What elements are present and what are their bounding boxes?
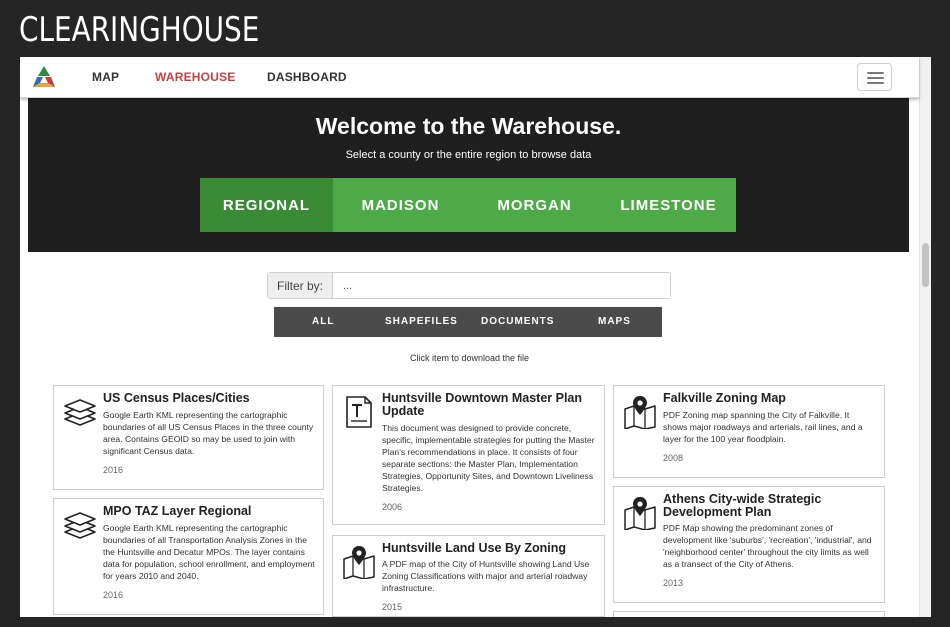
nav-warehouse[interactable]: WAREHOUSE	[155, 70, 235, 84]
hero-subtitle: Select a county or the entire region to …	[345, 149, 592, 161]
card-title: Huntsville Land Use By Zoning	[382, 541, 567, 555]
card-mpo-taz-layer[interactable]: MPO TAZ Layer Regional Google Earth KML …	[53, 498, 324, 615]
card-title: Falkville Zoning Map	[663, 391, 786, 405]
hero-banner: Welcome to the Warehouse. Select a count…	[28, 98, 909, 252]
card-huntsville-downtown-master-plan[interactable]: Huntsville Downtown Master Plan Update T…	[332, 385, 605, 525]
filter-label: Filter by:	[268, 273, 333, 298]
card-year: 2006	[382, 502, 403, 512]
card-huntsville-land-use[interactable]: Huntsville Land Use By Zoning A PDF map …	[332, 535, 605, 617]
layers-icon	[64, 512, 96, 539]
filter-group: Filter by:	[267, 272, 671, 299]
type-filter-bar: ALL SHAPEFILES DOCUMENTS MAPS	[274, 307, 662, 337]
navbar: MAP WAREHOUSE DASHBOARD	[20, 57, 919, 98]
nav-dashboard[interactable]: DASHBOARD	[267, 70, 347, 84]
card-description: Google Earth KML representing the cartog…	[103, 523, 315, 581]
region-tab-regional[interactable]: REGIONAL	[200, 178, 333, 232]
page-scrollbar[interactable]	[919, 57, 931, 617]
type-shapefiles-button[interactable]: SHAPEFILES	[385, 307, 458, 337]
map-icon	[343, 546, 375, 579]
menu-toggle-button[interactable]	[857, 63, 892, 91]
layers-icon	[64, 399, 96, 426]
hamburger-icon	[867, 72, 884, 74]
region-tab-limestone[interactable]: LIMESTONE	[601, 178, 736, 232]
site-title: CLEARINGHOUSE	[19, 10, 260, 50]
type-documents-button[interactable]: DOCUMENTS	[481, 307, 554, 337]
map-icon	[624, 396, 656, 429]
region-tab-madison[interactable]: MADISON	[333, 178, 468, 232]
type-maps-button[interactable]: MAPS	[598, 307, 631, 337]
card-description: PDF Zoning map spanning the City of Falk…	[663, 410, 863, 444]
card-us-census-places[interactable]: US Census Places/Cities Google Earth KML…	[53, 385, 324, 490]
card-falkville-zoning-map[interactable]: Falkville Zoning Map PDF Zoning map span…	[613, 385, 885, 478]
browser-frame: MAP WAREHOUSE DASHBOARD Welcome to the W…	[20, 57, 931, 617]
card-year: 2013	[663, 578, 684, 588]
card-description: PDF Map showing the predominant zones of…	[663, 523, 872, 569]
card-athens-strategic-plan[interactable]: Athens City-wide Strategic Development P…	[613, 486, 885, 603]
region-selector: REGIONAL MADISON MORGAN LIMESTONE	[200, 178, 736, 232]
document-icon	[346, 396, 372, 428]
card-description: Google Earth KML representing the cartog…	[103, 410, 314, 456]
hero-title: Welcome to the Warehouse.	[315, 113, 622, 139]
type-all-button[interactable]: ALL	[312, 307, 334, 337]
download-hint: Click item to download the file	[409, 353, 530, 363]
card-partial[interactable]	[613, 611, 885, 617]
card-description: A PDF map of the City of Huntsville show…	[382, 559, 590, 593]
card-year: 2008	[663, 453, 684, 463]
card-year: 2016	[103, 465, 124, 475]
nav-map[interactable]: MAP	[92, 70, 119, 84]
card-title: MPO TAZ Layer Regional	[103, 504, 252, 518]
card-title: US Census Places/Cities	[103, 391, 250, 405]
filter-input[interactable]	[333, 273, 670, 298]
card-description: This document was designed to provide co…	[382, 423, 595, 493]
card-year: 2015	[382, 602, 403, 612]
scrollbar-thumb[interactable]	[922, 243, 929, 287]
map-icon	[624, 497, 656, 530]
region-tab-morgan[interactable]: MORGAN	[468, 178, 601, 232]
card-year: 2016	[103, 590, 124, 600]
card-title: Athens City-wide Strategic Development P…	[663, 492, 822, 519]
card-title: Huntsville Downtown Master Plan Update	[382, 391, 583, 418]
logo-icon[interactable]	[31, 65, 57, 89]
